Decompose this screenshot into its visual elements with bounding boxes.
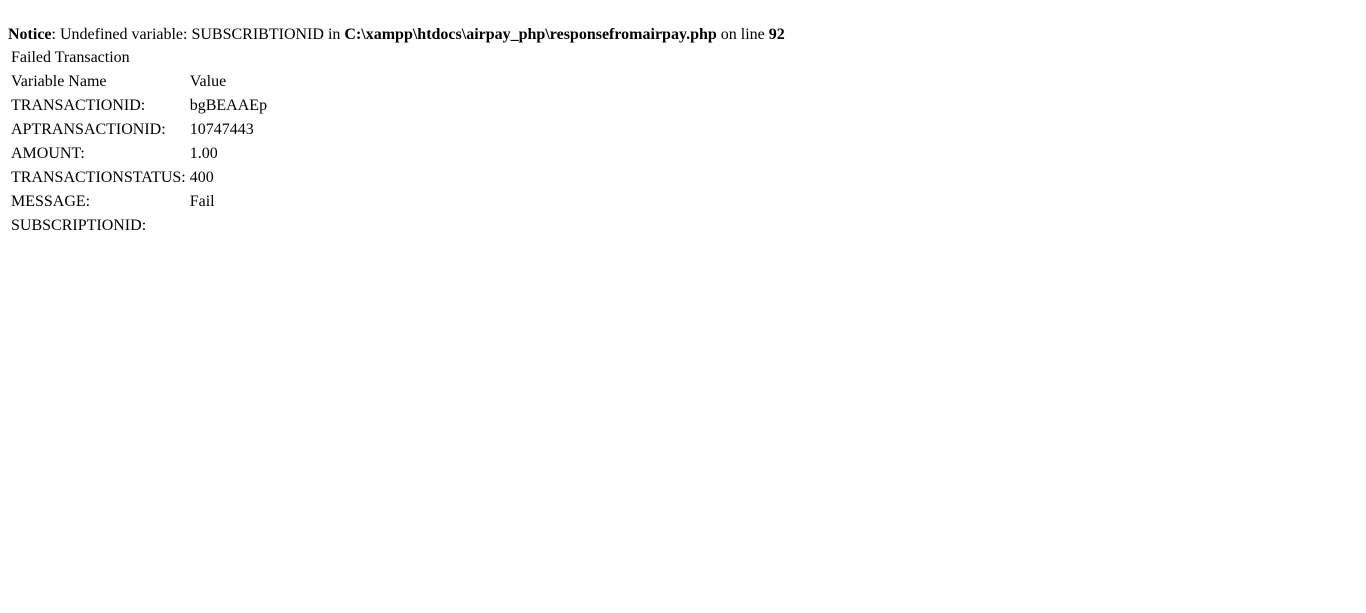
notice-file-path: C:\xampp\htdocs\airpay_php\responsefroma… [344, 26, 717, 43]
value-cell: 10747443 [189, 121, 254, 138]
variable-name-cell: AMOUNT: [11, 145, 85, 162]
variable-name-cell: SUBSCRIPTIONID: [11, 217, 147, 234]
notice-line-number: 92 [768, 26, 785, 43]
table-row: AMOUNT: 1.00 [10, 143, 268, 165]
variable-name-cell: APTRANSACTIONID: [11, 121, 166, 138]
table-header-row: Variable Name Value [10, 71, 268, 93]
table-title-row: Failed Transaction [10, 47, 268, 69]
value-cell [189, 215, 268, 237]
value-header: Value [189, 73, 227, 90]
transaction-status-title: Failed Transaction [11, 49, 130, 66]
value-cell: bgBEAAEp [189, 97, 268, 114]
variable-name-cell: TRANSACTIONSTATUS: [11, 169, 186, 186]
variable-name-cell: TRANSACTIONID: [11, 97, 146, 114]
table-row: APTRANSACTIONID: 10747443 [10, 119, 268, 141]
notice-on-line-text: on line [716, 26, 769, 43]
table-row: MESSAGE: Fail [10, 191, 268, 213]
transaction-result-table: Failed Transaction Variable Name Value T… [8, 45, 270, 239]
notice-label: Notice [8, 26, 52, 43]
variable-name-header: Variable Name [11, 73, 107, 90]
notice-message: : Undefined variable: SUBSCRIBTIONID in [51, 26, 345, 43]
table-row: SUBSCRIPTIONID: [10, 215, 268, 237]
table-row: TRANSACTIONSTATUS: 400 [10, 167, 268, 189]
php-notice: Notice: Undefined variable: SUBSCRIBTION… [8, 24, 785, 46]
value-cell: 400 [189, 169, 214, 186]
table-row: TRANSACTIONID: bgBEAAEp [10, 95, 268, 117]
value-cell: Fail [189, 193, 215, 210]
variable-name-cell: MESSAGE: [11, 193, 91, 210]
value-cell: 1.00 [189, 145, 218, 162]
